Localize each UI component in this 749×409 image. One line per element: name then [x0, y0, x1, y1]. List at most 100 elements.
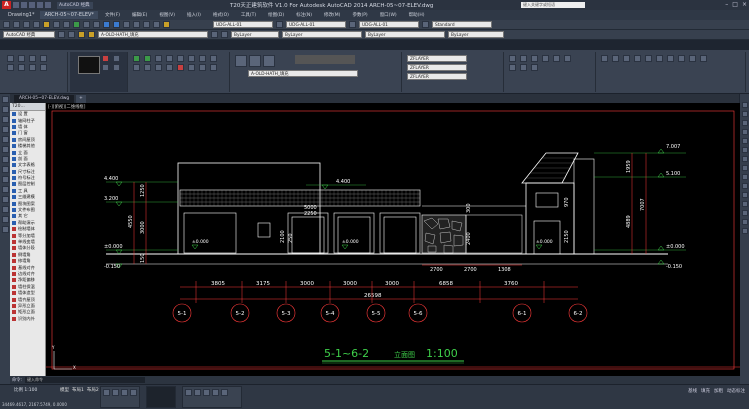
- explode-tool-icon[interactable]: [741, 228, 748, 234]
- workspace-combo[interactable]: AutoCAD 经典: [3, 31, 55, 38]
- new-tab-button[interactable]: +: [76, 95, 86, 103]
- layer-manager-icon[interactable]: [68, 31, 75, 38]
- break-tool-icon[interactable]: [741, 201, 748, 207]
- polyline-icon[interactable]: [18, 55, 25, 62]
- arc-tool-icon[interactable]: [1, 146, 9, 153]
- ortho-icon[interactable]: [113, 64, 120, 71]
- viewcube-icon[interactable]: [78, 56, 100, 74]
- text-icon[interactable]: [29, 64, 36, 71]
- tab-drawing1[interactable]: Drawing1*: [4, 11, 38, 19]
- annotation-scale[interactable]: 比例 1:100: [14, 387, 37, 393]
- grid-icon[interactable]: [102, 64, 109, 71]
- menu-window[interactable]: 窗口(W): [375, 12, 402, 18]
- open-icon[interactable]: [13, 21, 20, 28]
- calculator-icon[interactable]: [153, 21, 160, 28]
- paste-icon[interactable]: [63, 21, 70, 28]
- block-icon[interactable]: [40, 64, 47, 71]
- layer-states-icon[interactable]: [249, 55, 261, 67]
- util-icon-1[interactable]: [601, 55, 608, 62]
- status-dynamic-dim[interactable]: 动态标注: [727, 388, 745, 394]
- minimize-icon[interactable]: –: [725, 1, 728, 8]
- layer-filter-box[interactable]: [295, 55, 355, 64]
- polar-mode-icon[interactable]: [130, 389, 137, 396]
- open-file-icon[interactable]: [21, 2, 27, 8]
- break-icon[interactable]: [199, 64, 206, 71]
- pline-tool-icon[interactable]: [1, 116, 9, 123]
- otrack-icon[interactable]: [194, 389, 201, 396]
- chamfer-icon[interactable]: [166, 64, 173, 71]
- chamfer-tool-icon[interactable]: [741, 210, 748, 216]
- menu-modify[interactable]: 修改(M): [319, 12, 345, 18]
- tablestyle-icon[interactable]: [349, 21, 356, 28]
- status-bold[interactable]: 加粗: [714, 388, 723, 394]
- fillet-icon[interactable]: [155, 64, 162, 71]
- tab-arch-elev[interactable]: ARCH-05~07-ELEV*: [40, 11, 98, 19]
- menu-file[interactable]: 文件(F): [100, 12, 125, 18]
- join-icon[interactable]: [210, 64, 217, 71]
- polygon-tool-icon[interactable]: [1, 126, 9, 133]
- rotate-tool-icon[interactable]: [741, 156, 748, 162]
- lwt-icon[interactable]: [221, 389, 228, 396]
- zflayer-combo-1[interactable]: ZFLAYER: [407, 55, 467, 62]
- new-icon[interactable]: [3, 21, 10, 28]
- menu-insert[interactable]: 插入(I): [182, 12, 206, 18]
- grid-mode-icon[interactable]: [112, 389, 119, 396]
- textstyle-combo[interactable]: Standard: [432, 21, 492, 28]
- linetype-combo[interactable]: ByLayer: [282, 31, 362, 38]
- point-tool-icon[interactable]: [1, 196, 9, 203]
- dyn-icon[interactable]: [212, 389, 219, 396]
- layout2-tab[interactable]: 布局2: [87, 387, 99, 393]
- array-icon[interactable]: [144, 64, 151, 71]
- prop-icon-9[interactable]: [531, 64, 538, 71]
- viewport-label[interactable]: [-][俯视][二维线框]: [48, 104, 85, 110]
- spline-tool-icon[interactable]: [1, 166, 9, 173]
- scale-icon[interactable]: [177, 55, 184, 62]
- menu-parametric[interactable]: 参数(P): [347, 12, 372, 18]
- menu-tools[interactable]: 工具(T): [236, 12, 261, 18]
- maximize-icon[interactable]: □: [732, 1, 738, 8]
- bulb-icon[interactable]: [88, 31, 95, 38]
- redo-icon[interactable]: [93, 21, 100, 28]
- layer-properties-icon[interactable]: [235, 55, 247, 67]
- ribbon-layer-combo[interactable]: A-OLD-HATH_填充: [248, 70, 358, 77]
- mirror-tool-icon[interactable]: [741, 120, 748, 126]
- zflayer-combo-3[interactable]: ZFLAYER: [407, 73, 467, 80]
- rectangle-icon[interactable]: [7, 64, 14, 71]
- line-tool-icon[interactable]: [1, 96, 9, 103]
- mirror-icon[interactable]: [166, 55, 173, 62]
- prop-icon-7[interactable]: [509, 64, 516, 71]
- make-current-icon[interactable]: [211, 31, 218, 38]
- layout1-tab[interactable]: 布局1: [72, 387, 84, 393]
- menu-help[interactable]: 帮助(H): [404, 12, 430, 18]
- properties-icon[interactable]: [123, 21, 130, 28]
- layer-combo[interactable]: A-OLD-HATH_填充: [98, 31, 208, 38]
- autocad-logo-icon[interactable]: A: [2, 1, 11, 9]
- rotate-icon[interactable]: [155, 55, 162, 62]
- trim-icon[interactable]: [199, 55, 206, 62]
- workspace-settings-icon[interactable]: [58, 31, 65, 38]
- arc-icon[interactable]: [40, 55, 47, 62]
- save-icon[interactable]: [23, 21, 30, 28]
- dimstyle-icon[interactable]: [276, 21, 283, 28]
- ducs-icon[interactable]: [203, 389, 210, 396]
- copy-obj-icon[interactable]: [144, 55, 151, 62]
- circle-icon[interactable]: [29, 55, 36, 62]
- util-icon-3[interactable]: [623, 55, 630, 62]
- move-tool-icon[interactable]: [741, 147, 748, 153]
- offset-icon[interactable]: [133, 64, 140, 71]
- prop-icon-1[interactable]: [509, 55, 516, 62]
- region-tool-icon[interactable]: [1, 216, 9, 223]
- line-icon[interactable]: [7, 55, 14, 62]
- color-combo[interactable]: ByLayer: [231, 31, 279, 38]
- model-tab[interactable]: 模型: [60, 387, 69, 393]
- util-icon-5[interactable]: [645, 55, 652, 62]
- util-icon-10[interactable]: [700, 55, 707, 62]
- color-icon[interactable]: [102, 55, 109, 62]
- hatch-tool-icon[interactable]: [1, 206, 9, 213]
- hatch-icon[interactable]: [18, 64, 25, 71]
- prop-icon-5[interactable]: [553, 55, 560, 62]
- zoom-icon[interactable]: [113, 21, 120, 28]
- util-icon-6[interactable]: [656, 55, 663, 62]
- menu-dimension[interactable]: 标注(N): [291, 12, 317, 18]
- prop-icon-3[interactable]: [531, 55, 538, 62]
